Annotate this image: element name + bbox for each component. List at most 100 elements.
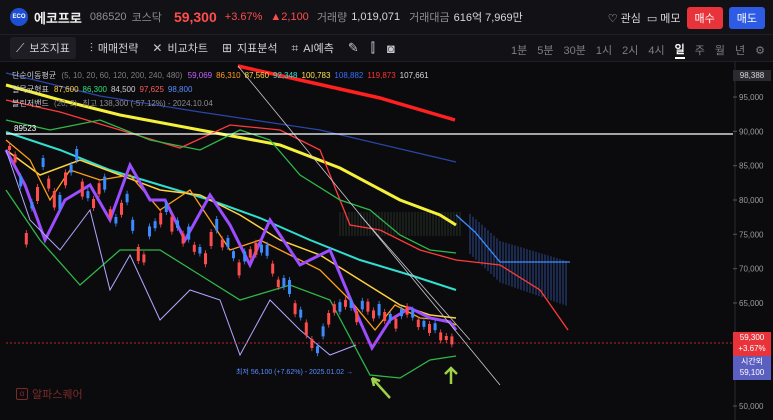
camera-icon[interactable]: ◙ bbox=[387, 41, 395, 56]
candle-body bbox=[265, 244, 269, 256]
sma-value-1: 86,310 bbox=[216, 71, 241, 80]
trade-value-label: 거래대금 bbox=[409, 12, 450, 24]
candle-body bbox=[260, 244, 263, 253]
interest-button[interactable]: ♡ 관심 bbox=[608, 10, 641, 26]
green-arrow-left bbox=[370, 376, 391, 399]
candle-body bbox=[142, 254, 146, 263]
period-month[interactable]: 월 bbox=[715, 42, 725, 58]
candle-body bbox=[170, 216, 174, 232]
candle-type-icon[interactable]: ⫿ bbox=[371, 40, 375, 56]
price-chart[interactable]: 95,000 90,000 85,000 80,000 75,000 70,000 65,0… bbox=[0, 62, 773, 420]
candle-body bbox=[47, 178, 51, 189]
period-5min[interactable]: 5분 bbox=[537, 42, 553, 58]
period-week[interactable]: 주 bbox=[695, 42, 705, 58]
change-amount: ▲2,100 bbox=[270, 11, 309, 23]
candle-body bbox=[316, 346, 319, 354]
tool-ai-forecast[interactable]: ⌗ AI예측 bbox=[291, 40, 333, 56]
axis-tick-label: 65,000 bbox=[739, 299, 764, 308]
candle-body bbox=[243, 251, 247, 262]
stock-header: ECO 에코프로 086520 코스닥 59,300 +3.67% ▲2,100… bbox=[0, 0, 773, 34]
candle-body bbox=[388, 314, 392, 321]
candle-body bbox=[125, 193, 129, 203]
candle-body bbox=[209, 232, 213, 246]
sell-button[interactable]: 매도 bbox=[728, 7, 765, 29]
settings-gear-icon[interactable]: ⚙ bbox=[755, 44, 765, 57]
candle-body bbox=[310, 339, 314, 348]
chart-canvas[interactable]: 95,000 90,000 85,000 80,000 75,000 70,000 65,0… bbox=[0, 62, 773, 420]
candle-body bbox=[366, 301, 370, 312]
candle-body bbox=[321, 326, 325, 337]
candle-body bbox=[372, 310, 375, 319]
candle-body bbox=[450, 336, 454, 345]
candle-body bbox=[181, 233, 185, 244]
ichimoku-value-0: 87,600 bbox=[54, 85, 79, 94]
period-selector: 1분 5분 30분 1시 2시 4시 일 주 월 년 ⚙ bbox=[511, 41, 765, 59]
stock-name[interactable]: 에코프로 bbox=[34, 8, 82, 27]
lagging-span-line bbox=[5, 149, 357, 357]
candle-body bbox=[24, 233, 28, 245]
tool-trading-strategy[interactable]: ⫶ 매매전략 bbox=[90, 40, 139, 56]
candle-body bbox=[131, 219, 135, 231]
tool-indicators[interactable]: ⟋ 보조지표 bbox=[10, 37, 76, 59]
sma-value-7: 107,661 bbox=[399, 71, 429, 80]
buy-button[interactable]: 매수 bbox=[686, 7, 723, 29]
candle-body bbox=[276, 279, 280, 288]
volume-label: 거래량 bbox=[316, 12, 348, 24]
candle-body bbox=[405, 306, 409, 315]
candle-body bbox=[332, 304, 336, 313]
candle-body bbox=[349, 300, 353, 308]
current-price-box: 59,300 +3.67% bbox=[733, 332, 771, 356]
ichimoku-value-4: 98,800 bbox=[167, 85, 193, 94]
candle-body bbox=[416, 319, 420, 328]
ichimoku-value-2: 84,500 bbox=[110, 85, 136, 94]
candle-body bbox=[220, 239, 224, 248]
memo-button[interactable]: ▭ 메모 bbox=[647, 10, 681, 26]
candle-body bbox=[187, 226, 191, 240]
analysis-icon: ⊞ bbox=[221, 41, 232, 55]
period-1min[interactable]: 1분 bbox=[511, 42, 527, 58]
candle-body bbox=[192, 244, 196, 252]
axis-tick-label: 70,000 bbox=[739, 265, 764, 274]
candle-body bbox=[92, 199, 95, 208]
memo-icon: ▭ bbox=[646, 12, 658, 25]
candle-body bbox=[394, 318, 398, 329]
period-30min[interactable]: 30분 bbox=[564, 42, 586, 58]
legend-sma[interactable]: 단순이동평균 (5, 10, 20, 60, 120, 200, 240, 48… bbox=[12, 70, 433, 81]
tool-indicator-analysis[interactable]: ⊞ 지표분석 bbox=[222, 40, 278, 56]
candle-body bbox=[433, 323, 437, 331]
candle-body bbox=[19, 176, 23, 187]
top-price-box: 98,388 bbox=[733, 70, 771, 81]
company-logo: ECO bbox=[10, 8, 28, 26]
legend-ichimoku[interactable]: 일목균형표 87,600 86,300 84,500 97,625 98,800 bbox=[12, 84, 196, 95]
green-arrow-right bbox=[444, 366, 458, 384]
candle-body bbox=[232, 251, 235, 259]
sma-value-6: 119,873 bbox=[367, 71, 396, 80]
change-percent: +3.67% bbox=[224, 11, 263, 23]
candle-body bbox=[304, 322, 308, 336]
candle-body bbox=[114, 217, 118, 224]
period-4hour[interactable]: 4시 bbox=[648, 42, 664, 58]
candle-body bbox=[58, 195, 62, 209]
legend-bollinger[interactable]: 볼린저밴드 (20, 2) 최고 138,300 (-57.12%) - 202… bbox=[12, 98, 217, 109]
period-2hour[interactable]: 2시 bbox=[622, 42, 638, 58]
period-1hour[interactable]: 1시 bbox=[596, 42, 612, 58]
candle-body bbox=[52, 191, 56, 208]
candle-body bbox=[411, 309, 415, 318]
period-year[interactable]: 년 bbox=[735, 42, 745, 58]
tool-compare-chart[interactable]: ✕ 비교차트 bbox=[152, 40, 208, 56]
level-label-89523: 89523 bbox=[14, 124, 37, 133]
candle-body bbox=[254, 242, 258, 255]
candle-body bbox=[400, 309, 403, 317]
ai-icon: ⌗ bbox=[291, 40, 299, 55]
period-day[interactable]: 일 bbox=[674, 41, 685, 59]
candle-body bbox=[8, 146, 11, 150]
candle-body bbox=[176, 220, 179, 228]
heart-icon: ♡ bbox=[607, 12, 618, 25]
candle-body bbox=[338, 302, 342, 312]
alphasquare-icon: α bbox=[16, 388, 28, 400]
candle-body bbox=[69, 164, 73, 173]
candle-body bbox=[344, 299, 347, 307]
candle-body bbox=[164, 203, 168, 212]
candle-body bbox=[86, 191, 90, 199]
pencil-icon[interactable]: ✎ bbox=[348, 40, 359, 56]
